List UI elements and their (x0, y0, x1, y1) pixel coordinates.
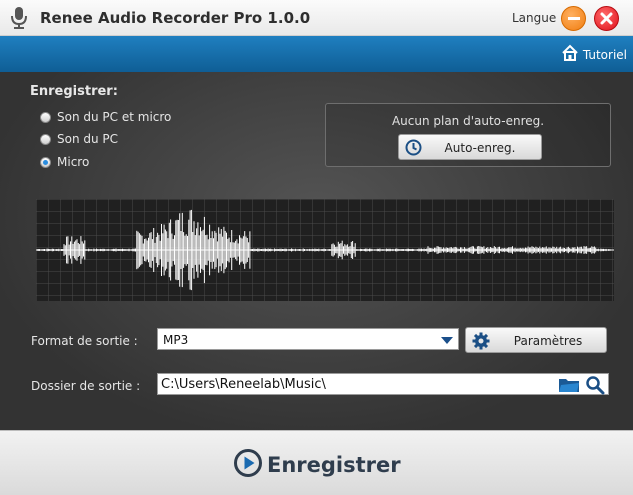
radio-button[interactable] (40, 111, 51, 123)
play-icon (233, 448, 263, 482)
radio-button[interactable] (40, 133, 51, 145)
minimize-icon[interactable] (561, 6, 586, 31)
source-pc-radio[interactable]: Son du PC (40, 132, 118, 146)
record-button[interactable]: Enregistrer (233, 448, 401, 482)
format-select[interactable]: MP3 (157, 328, 459, 350)
waveform-display (36, 199, 614, 301)
source-pc-and-mic-radio[interactable]: Son du PC et micro (40, 110, 171, 124)
format-value: MP3 (163, 333, 189, 347)
settings-label: Paramètres (513, 334, 583, 348)
tutorial-label: Tutoriel (582, 48, 627, 62)
bottom-bar: Enregistrer (0, 430, 633, 495)
radio-label: Micro (57, 155, 90, 169)
output-folder-field[interactable]: C:\Users\Reneelab\Music\ (157, 373, 609, 395)
schedule-status: Aucun plan d'auto-enreg. (391, 114, 545, 128)
auto-record-button[interactable]: Auto-enreg. (398, 134, 542, 160)
output-folder-value: C:\Users\Reneelab\Music\ (161, 377, 326, 392)
schedule-panel: Aucun plan d'auto-enreg. Auto-enreg. (325, 103, 611, 167)
microphone-icon (10, 6, 28, 30)
clock-icon (405, 139, 422, 160)
record-heading: Enregistrer: (30, 84, 118, 99)
gear-icon (472, 332, 490, 354)
radio-label: Son du PC et micro (57, 110, 172, 124)
title-bar: Renee Audio Recorder Pro 1.0.0 Langue (0, 0, 633, 36)
radio-label: Son du PC (57, 132, 119, 146)
source-mic-radio[interactable]: Micro (40, 155, 89, 169)
radio-button-selected[interactable] (40, 156, 51, 168)
main-panel: Enregistrer: Son du PC et micro Son du P… (0, 72, 633, 430)
home-icon (561, 44, 579, 66)
close-icon[interactable] (594, 6, 619, 31)
settings-button[interactable]: Paramètres (465, 327, 607, 353)
chevron-down-icon[interactable] (441, 337, 453, 344)
search-icon[interactable] (585, 375, 605, 399)
toolbar: Tutoriel (0, 36, 633, 72)
folder-label: Dossier de sortie : (31, 379, 141, 393)
format-label: Format de sortie : (31, 334, 138, 348)
folder-icon[interactable] (558, 376, 580, 398)
language-menu[interactable]: Langue (512, 11, 556, 25)
tutorial-button[interactable]: Tutoriel (561, 44, 627, 66)
app-title: Renee Audio Recorder Pro 1.0.0 (40, 9, 311, 27)
record-button-label: Enregistrer (267, 453, 401, 477)
auto-record-label: Auto-enreg. (444, 141, 516, 155)
